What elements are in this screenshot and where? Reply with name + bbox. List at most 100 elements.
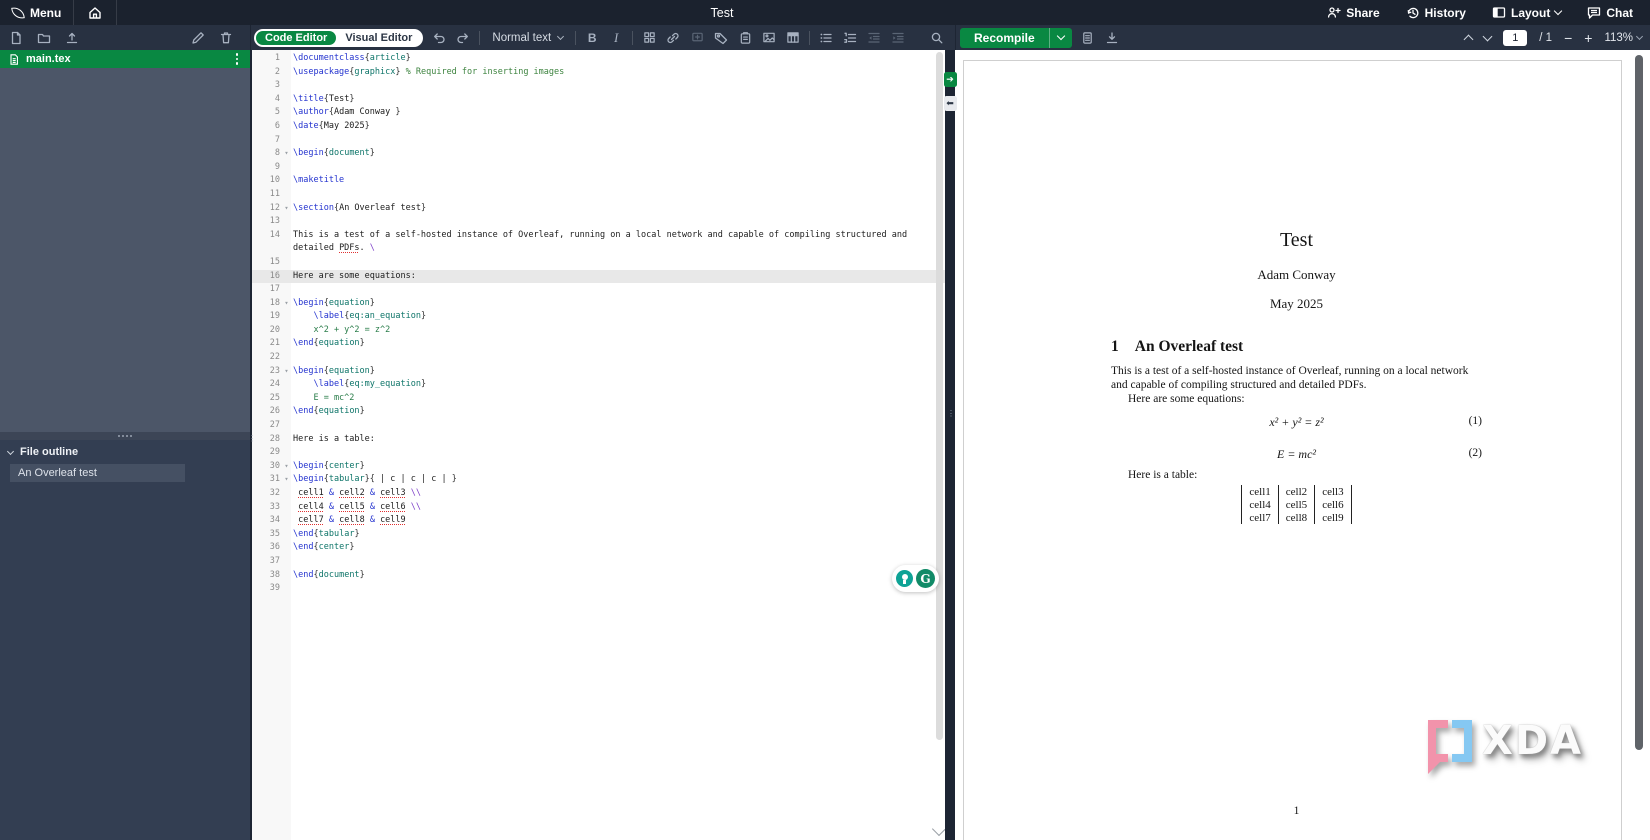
sidebar-editor-divider[interactable]: ⋮: [248, 50, 256, 840]
code-editor-pane[interactable]: 1 \documentclass{article} 2 \usepackage{gra…: [252, 50, 945, 840]
chat-button[interactable]: Chat: [1576, 0, 1644, 25]
fold-caret-icon[interactable]: ▾: [280, 473, 293, 487]
code-line[interactable]: 10 \maketitle: [252, 174, 945, 188]
file-outline-header[interactable]: File outline: [0, 440, 250, 462]
zoom-level-dropdown[interactable]: 113%: [1604, 32, 1644, 44]
paste-button[interactable]: [737, 30, 753, 46]
code-line[interactable]: detailed PDFs. \: [252, 242, 945, 256]
code-line[interactable]: 30 ▾ \begin{center}: [252, 460, 945, 474]
code-line[interactable]: 26 \end{equation}: [252, 405, 945, 419]
sync-to-pdf-button[interactable]: ➔: [943, 72, 957, 87]
sync-to-code-button[interactable]: ⬅: [943, 96, 957, 111]
rename-pencil-button[interactable]: [190, 30, 206, 46]
code-line[interactable]: 29: [252, 446, 945, 460]
code-line[interactable]: 21 \end{equation}: [252, 337, 945, 351]
menu-button[interactable]: Menu: [0, 0, 73, 25]
insert-link-button[interactable]: [665, 30, 681, 46]
new-folder-button[interactable]: [36, 30, 52, 46]
code-line[interactable]: 33 cell4 & cell5 & cell6 \\: [252, 501, 945, 515]
page-number-input[interactable]: [1503, 29, 1528, 46]
code-line[interactable]: 22: [252, 351, 945, 365]
code-line[interactable]: 2 \usepackage{graphicx} % Required for in…: [252, 66, 945, 80]
code-line[interactable]: 24 \label{eq:my_equation}: [252, 378, 945, 392]
code-line[interactable]: 7: [252, 134, 945, 148]
zoom-in-button[interactable]: +: [1584, 31, 1592, 45]
new-file-button[interactable]: [8, 30, 24, 46]
file-tree-empty-area[interactable]: [0, 68, 250, 432]
code-editor-tab[interactable]: Code Editor: [256, 30, 337, 45]
code-line[interactable]: 39: [252, 582, 945, 596]
suggestion-bulb-icon[interactable]: [896, 570, 913, 587]
code-line[interactable]: 13: [252, 215, 945, 229]
zoom-out-button[interactable]: −: [1564, 31, 1572, 45]
code-line[interactable]: 31 ▾ \begin{tabular}{ | c | c | c | }: [252, 473, 945, 487]
outline-item[interactable]: An Overleaf test: [10, 464, 185, 482]
italic-button[interactable]: I: [608, 30, 624, 46]
code-line[interactable]: 18 ▾ \begin{equation}: [252, 297, 945, 311]
code-line[interactable]: 14 This is a test of a self-hosted instan…: [252, 229, 945, 243]
previous-page-button[interactable]: [1463, 34, 1474, 45]
numbered-list-button[interactable]: [842, 30, 858, 46]
code-line[interactable]: 25 E = mc^2: [252, 392, 945, 406]
history-button[interactable]: History: [1395, 0, 1477, 25]
pdf-scrollbar-thumb[interactable]: [1635, 55, 1643, 750]
file-menu-kebab-icon[interactable]: [232, 51, 243, 67]
layout-button[interactable]: Layout: [1481, 0, 1572, 25]
code-line[interactable]: 23 ▾ \begin{equation}: [252, 365, 945, 379]
share-button[interactable]: Share: [1316, 0, 1390, 25]
grammarly-g-icon[interactable]: G: [916, 569, 935, 588]
next-page-button[interactable]: [1482, 31, 1493, 42]
add-comment-button[interactable]: [689, 30, 705, 46]
fold-caret-icon[interactable]: ▾: [280, 147, 293, 161]
code-line[interactable]: 6 \date{May 2025}: [252, 120, 945, 134]
code-line[interactable]: 28 Here is a table:: [252, 433, 945, 447]
editor-pdf-divider[interactable]: ➔ ⬅ ⋮: [943, 25, 957, 840]
recompile-dropdown[interactable]: [1050, 28, 1072, 48]
code-line[interactable]: 17: [252, 283, 945, 297]
visual-editor-tab[interactable]: Visual Editor: [336, 31, 421, 45]
editor-scrollbar-thumb[interactable]: [936, 52, 943, 740]
file-tree-item-main-tex[interactable]: main.tex: [0, 50, 250, 68]
code-line[interactable]: 3: [252, 79, 945, 93]
download-pdf-button[interactable]: [1104, 30, 1120, 46]
decrease-indent-button[interactable]: [866, 30, 882, 46]
upload-button[interactable]: [64, 30, 80, 46]
fold-caret-icon[interactable]: ▾: [280, 297, 293, 311]
increase-indent-button[interactable]: [890, 30, 906, 46]
editor-scroll-down-icon[interactable]: [931, 821, 945, 837]
code-line[interactable]: 12 ▾ \section{An Overleaf test}: [252, 202, 945, 216]
home-button[interactable]: [73, 0, 118, 25]
bullet-list-button[interactable]: [818, 30, 834, 46]
code-line[interactable]: 20 x^2 + y^2 = z^2: [252, 324, 945, 338]
code-line[interactable]: 35 \end{tabular}: [252, 528, 945, 542]
code-line[interactable]: 38 \end{document}: [252, 569, 945, 583]
code-line[interactable]: 19 \label{eq:an_equation}: [252, 310, 945, 324]
code-line[interactable]: 1 \documentclass{article}: [252, 52, 945, 66]
bold-button[interactable]: B: [584, 30, 600, 46]
compile-logs-button[interactable]: [1080, 30, 1096, 46]
code-line[interactable]: 15: [252, 256, 945, 270]
code-line[interactable]: 34 cell7 & cell8 & cell9: [252, 514, 945, 528]
insert-label-tag-button[interactable]: [713, 30, 729, 46]
insert-table-button[interactable]: [785, 30, 801, 46]
delete-trash-button[interactable]: [218, 30, 234, 46]
outline-resize-handle[interactable]: [0, 432, 250, 440]
fold-caret-icon[interactable]: ▾: [280, 460, 293, 474]
code-line[interactable]: 4 \title{Test}: [252, 93, 945, 107]
paragraph-style-dropdown[interactable]: Normal text: [488, 32, 567, 44]
code-line[interactable]: 11: [252, 188, 945, 202]
insert-math-button[interactable]: [641, 30, 657, 46]
search-button[interactable]: [929, 30, 945, 46]
undo-button[interactable]: [431, 30, 447, 46]
code-line[interactable]: 37: [252, 555, 945, 569]
redo-button[interactable]: [455, 30, 471, 46]
code-line[interactable]: 36 \end{center}: [252, 541, 945, 555]
recompile-button[interactable]: Recompile: [960, 28, 1049, 48]
code-line[interactable]: 8 ▾ \begin{document}: [252, 147, 945, 161]
code-line[interactable]: 16 Here are some equations:: [252, 269, 945, 284]
code-line[interactable]: 32 cell1 & cell2 & cell3 \\: [252, 487, 945, 501]
code-line[interactable]: 9: [252, 161, 945, 175]
code-line[interactable]: 27: [252, 419, 945, 433]
code-line[interactable]: 5 \author{Adam Conway }: [252, 106, 945, 120]
fold-caret-icon[interactable]: ▾: [280, 202, 293, 216]
